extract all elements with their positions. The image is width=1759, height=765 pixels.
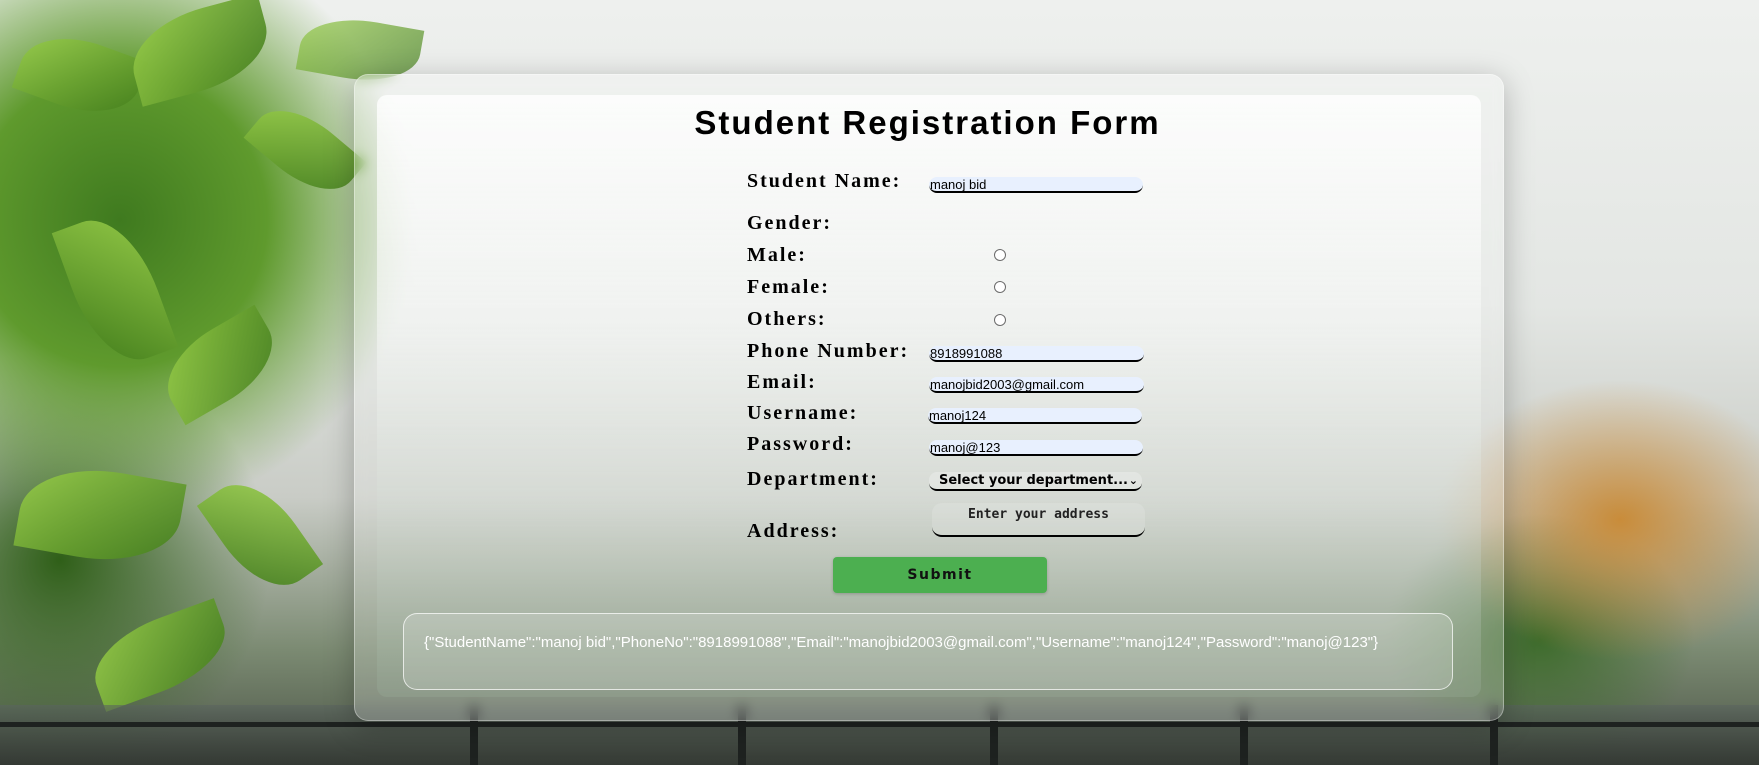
address-label: Address: [747, 520, 840, 542]
password-label: Password: [747, 433, 854, 455]
leaf-decoration [122, 0, 278, 107]
username-input[interactable]: manoj124 [928, 408, 1142, 424]
female-label: Female: [747, 276, 830, 298]
others-radio[interactable] [994, 314, 1006, 326]
leaf-decoration [51, 205, 179, 375]
leaf-decoration [82, 598, 238, 712]
email-label: Email: [747, 371, 817, 393]
others-label: Others: [747, 308, 827, 330]
email-input[interactable]: manojbid2003@gmail.com [929, 377, 1144, 393]
student-name-label: Student Name: [747, 170, 902, 192]
username-label: Username: [747, 402, 859, 424]
department-label: Department: [747, 468, 879, 490]
male-radio[interactable] [994, 249, 1006, 261]
page-title: Student Registration Form [694, 104, 1161, 141]
female-radio[interactable] [994, 281, 1006, 293]
chevron-down-icon: ⌄ [1128, 474, 1138, 487]
password-input[interactable]: manoj@123 [929, 440, 1143, 456]
phone-input[interactable]: 8918991088 [929, 346, 1144, 362]
leaf-decoration [13, 456, 187, 574]
phone-label: Phone Number: [747, 340, 910, 362]
department-selected-value: Select your department... [939, 473, 1128, 488]
leaf-decoration [196, 465, 324, 605]
submit-button[interactable]: Submit [833, 557, 1047, 593]
address-textarea[interactable]: Enter your address [932, 503, 1145, 537]
department-select[interactable]: Select your department... ⌄ [929, 472, 1142, 491]
leaf-decoration [150, 304, 290, 426]
male-label: Male: [747, 244, 807, 266]
json-output: {"StudentName":"manoj bid","PhoneNo":"89… [403, 613, 1453, 690]
gender-label: Gender: [747, 212, 833, 234]
background-scene: Student Registration Form Student Name: … [0, 0, 1759, 765]
student-name-input[interactable]: manoj bid [929, 177, 1143, 193]
